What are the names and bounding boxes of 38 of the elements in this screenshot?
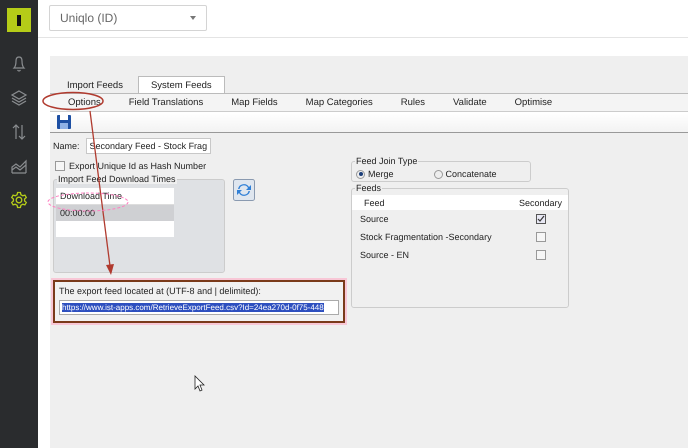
group-title: Feeds (355, 183, 382, 193)
tab[interactable]: Import Feeds (54, 76, 136, 93)
tab[interactable]: Map Categories (292, 94, 387, 111)
tab[interactable]: System Feeds (138, 76, 225, 93)
caret-icon (190, 16, 196, 20)
checkbox[interactable] (536, 250, 546, 260)
checkbox[interactable] (536, 214, 546, 224)
name-label: Name: (53, 141, 80, 151)
tab[interactable]: Optimise (500, 94, 566, 111)
tab[interactable]: Map Fields (217, 94, 292, 111)
tab[interactable]: Field Translations (114, 94, 218, 111)
save-icon[interactable] (56, 114, 72, 130)
feed-name: Source - EN (360, 250, 410, 260)
checkbox[interactable] (536, 232, 546, 242)
feed-name: Stock Fragmentation -Secondary (360, 232, 492, 242)
layers-icon[interactable] (9, 88, 29, 108)
tab[interactable]: Validate (439, 94, 501, 111)
radio-button[interactable] (356, 170, 365, 178)
radio-label: Merge (368, 169, 394, 179)
tab[interactable]: Rules (386, 94, 440, 111)
radio-button[interactable] (434, 170, 443, 178)
column-header: Secondary (518, 198, 562, 208)
column-header: Feed (364, 198, 385, 208)
highlight-ellipse (42, 92, 104, 110)
url-field[interactable]: https://www.ist-apps.com/RetrieveExportFeed.csv?Id=24ea270d-0f75-448 (59, 300, 339, 315)
radio-label: Concatenate (446, 169, 497, 179)
account-dropdown[interactable]: Uniqlo (ID) (49, 5, 207, 31)
tab[interactable]: Options (54, 94, 115, 111)
refresh-icon[interactable] (233, 179, 255, 201)
export-label: The export feed located at (UTF-8 and | delimited): (59, 286, 262, 296)
checkbox[interactable] (55, 161, 65, 171)
checkbox-label: Export Unique Id as Hash Number (69, 161, 206, 171)
gear-icon[interactable] (9, 190, 29, 210)
cursor-icon (194, 375, 205, 392)
feed-name: Source (360, 214, 389, 224)
group-title: Feed Join Type (355, 156, 418, 166)
app-logo[interactable] (7, 8, 31, 32)
table-row[interactable]: 00:00:00 (56, 205, 174, 221)
